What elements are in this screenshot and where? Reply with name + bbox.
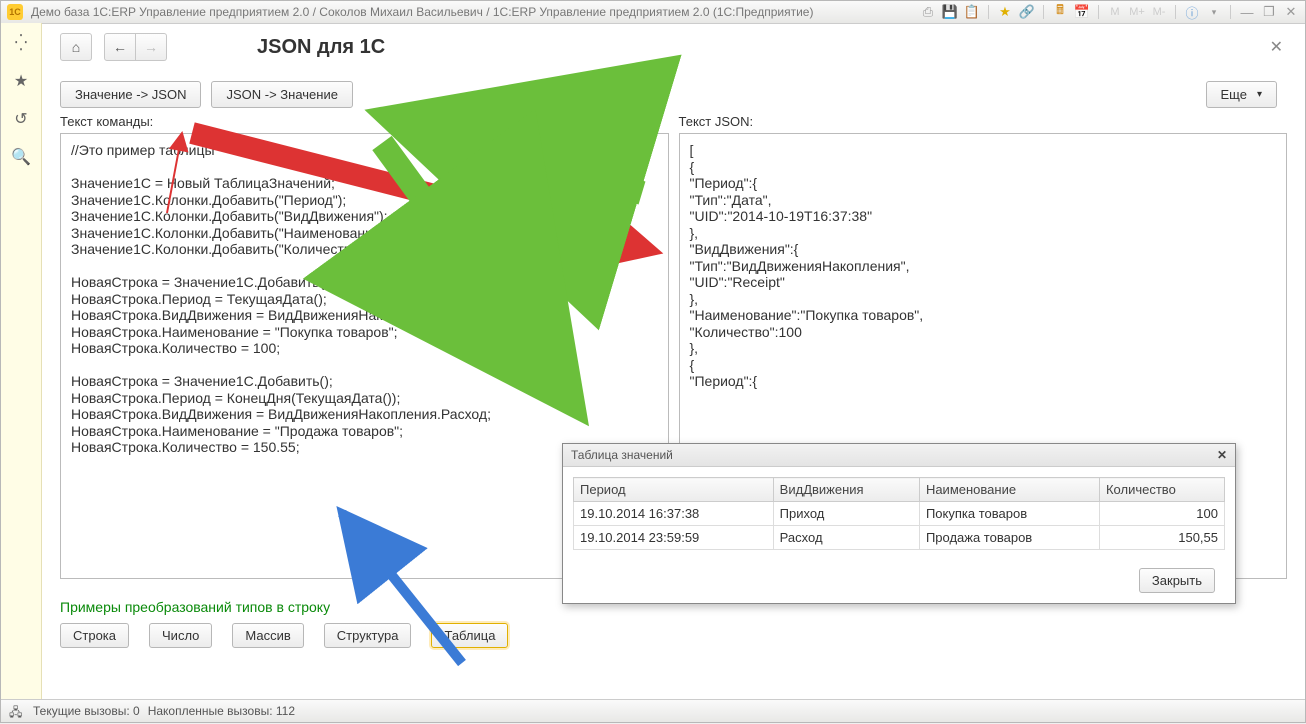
popup-title: Таблица значений — [571, 448, 673, 462]
example-struct-button[interactable]: Структура — [324, 623, 412, 648]
toolbar-calendar-icon[interactable]: 📅 — [1074, 4, 1090, 20]
table-row[interactable]: 19.10.2014 23:59:59 Расход Продажа товар… — [574, 526, 1225, 550]
toolbar-print-icon[interactable]: ⎙ — [920, 4, 936, 20]
nav-search-icon[interactable]: 🔍 — [11, 147, 31, 167]
popup-close-icon[interactable]: ✕ — [1217, 448, 1227, 462]
window-minimize-icon[interactable]: — — [1239, 4, 1255, 20]
toolbar-save-icon[interactable]: 💾 — [942, 4, 958, 20]
popup-close-button[interactable]: Закрыть — [1139, 568, 1215, 593]
window-close-icon[interactable]: ✕ — [1283, 4, 1299, 20]
page-close-icon[interactable]: ✕ — [1266, 33, 1287, 61]
toolbar-link-icon[interactable]: 🔗 — [1019, 4, 1035, 20]
col-name[interactable]: Наименование — [919, 478, 1099, 502]
toolbar-m-icon[interactable]: M — [1107, 4, 1123, 20]
example-string-button[interactable]: Строка — [60, 623, 129, 648]
example-number-button[interactable]: Число — [149, 623, 212, 648]
value-to-json-button[interactable]: Значение -> JSON — [60, 81, 201, 108]
nav-history-icon[interactable]: ↺ — [11, 109, 31, 129]
status-accumulated-calls: Накопленные вызовы: 112 — [148, 704, 295, 718]
toolbar-calc-icon[interactable]: 🖩 — [1052, 4, 1068, 20]
nav-favorites-icon[interactable]: ★ — [11, 71, 31, 91]
window-restore-icon[interactable]: ❐ — [1261, 4, 1277, 20]
table-row[interactable]: 19.10.2014 16:37:38 Приход Покупка товар… — [574, 502, 1225, 526]
statusbar: 🖧 Текущие вызовы: 0 Накопленные вызовы: … — [1, 699, 1305, 722]
titlebar: 1C Демо база 1C:ERP Управление предприят… — [1, 1, 1305, 24]
chevron-down-icon: ▾ — [1257, 89, 1262, 100]
forward-button[interactable]: → — [136, 33, 167, 61]
value-table[interactable]: Период ВидДвижения Наименование Количест… — [573, 477, 1225, 550]
back-button[interactable]: ← — [104, 33, 136, 61]
home-button[interactable]: ⌂ — [60, 33, 92, 61]
toolbar-copy-icon[interactable]: 📋 — [964, 4, 980, 20]
example-table-button[interactable]: Таблица — [431, 623, 508, 648]
json-to-value-button[interactable]: JSON -> Значение — [211, 81, 352, 108]
command-label: Текст команды: — [60, 114, 669, 129]
toolbar-info-icon[interactable]: ⓘ — [1184, 4, 1200, 20]
value-table-popup: Таблица значений ✕ Период ВидДвижения На… — [562, 443, 1236, 604]
col-period[interactable]: Период — [574, 478, 774, 502]
toolbar-mplus-icon[interactable]: M+ — [1129, 4, 1145, 20]
more-button[interactable]: Еще▾ — [1206, 81, 1277, 108]
title-text: Демо база 1C:ERP Управление предприятием… — [31, 5, 813, 19]
toolbar-mminus-icon[interactable]: M- — [1151, 4, 1167, 20]
app-logo-icon: 1C — [7, 4, 23, 20]
example-array-button[interactable]: Массив — [232, 623, 303, 648]
col-movement[interactable]: ВидДвижения — [773, 478, 919, 502]
json-label: Текст JSON: — [679, 114, 1288, 129]
col-qty[interactable]: Количество — [1099, 478, 1224, 502]
status-network-icon: 🖧 — [9, 703, 25, 719]
nav-apps-icon[interactable]: ⁛ — [11, 33, 31, 53]
status-current-calls: Текущие вызовы: 0 — [33, 704, 140, 718]
page-title: JSON для 1С — [257, 36, 385, 59]
side-nav: ⁛ ★ ↺ 🔍 — [1, 23, 42, 700]
toolbar-dropdown-icon[interactable]: ▾ — [1206, 4, 1222, 20]
toolbar-star-icon[interactable]: ★ — [997, 4, 1013, 20]
